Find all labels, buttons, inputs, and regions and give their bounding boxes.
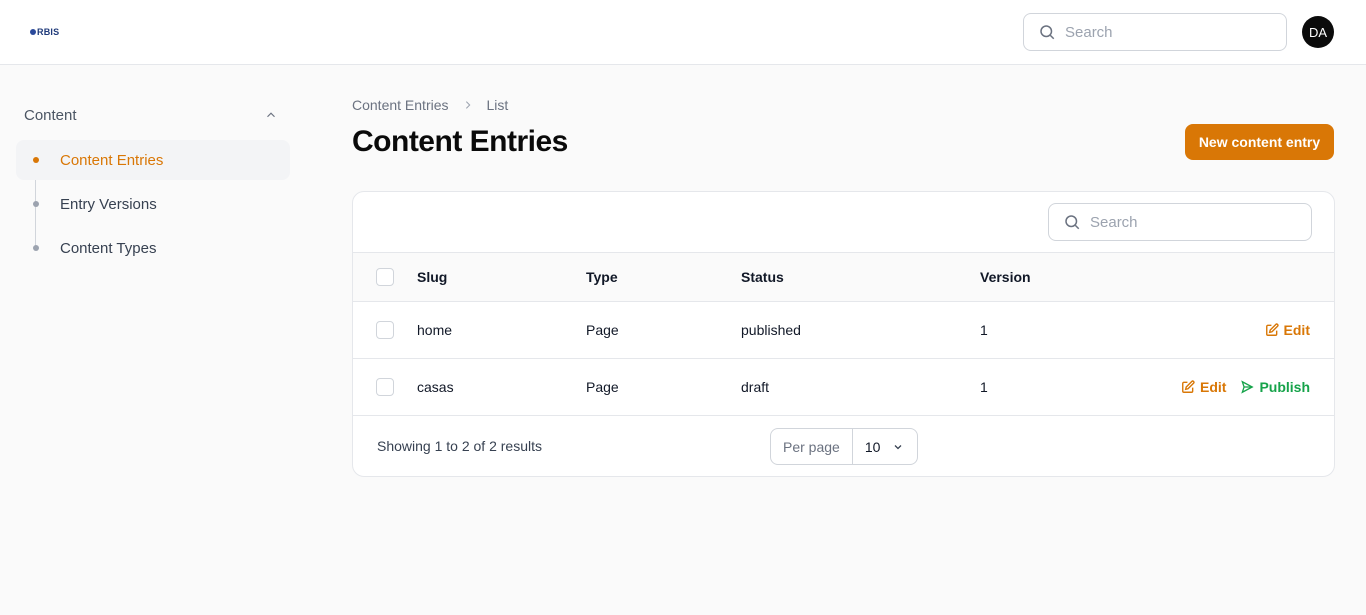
table-search-input[interactable]: [1090, 213, 1290, 231]
chevron-up-icon[interactable]: [264, 108, 278, 122]
edit-label: Edit: [1199, 379, 1227, 395]
cell-type: Page: [586, 379, 619, 395]
search-icon: [1065, 215, 1080, 230]
top-bar: RBIS DA: [0, 0, 1366, 65]
sidebar-item-label: Content Types: [60, 239, 157, 257]
sidebar-item-label: Entry Versions: [60, 195, 157, 213]
table-row: casas Page draft 1 Edit Publish: [353, 359, 1334, 416]
sidebar-item-label: Content Entries: [60, 151, 164, 169]
column-header-version[interactable]: Version: [980, 253, 1031, 301]
publish-button[interactable]: Publish: [1240, 379, 1310, 395]
sidebar-nav-list: Content Entries Entry Versions Content T…: [16, 140, 290, 268]
cell-slug: casas: [417, 379, 454, 395]
row-checkbox[interactable]: [376, 378, 394, 396]
table-toolbar: [353, 192, 1334, 253]
logo-text: RBIS: [37, 27, 60, 37]
logo-mark-icon: [30, 29, 36, 35]
publish-label: Publish: [1259, 379, 1310, 395]
row-actions: Edit: [1265, 302, 1310, 358]
per-page-selected: 10: [864, 438, 881, 455]
sidebar-group-label: Content: [24, 106, 77, 124]
cell-slug: home: [417, 322, 453, 338]
edit-label: Edit: [1283, 322, 1310, 338]
column-header-status[interactable]: Status: [741, 253, 784, 301]
table-row: home Page published 1 Edit: [353, 302, 1334, 359]
breadcrumb: Content Entries List: [352, 97, 508, 113]
column-header-type[interactable]: Type: [586, 253, 618, 301]
per-page-select[interactable]: Per page 10: [770, 428, 918, 465]
brand-logo[interactable]: RBIS: [30, 24, 70, 40]
cell-status: published: [741, 322, 801, 338]
nav-dot-icon: [33, 157, 39, 163]
table-footer: Showing 1 to 2 of 2 results Per page 10: [353, 416, 1334, 476]
edit-icon: [1265, 323, 1279, 336]
user-avatar[interactable]: DA: [1302, 16, 1334, 48]
cell-status: draft: [741, 379, 770, 395]
chevron-down-icon: [894, 444, 902, 449]
sidebar-group-content[interactable]: Content: [16, 96, 290, 134]
edit-icon: [1182, 380, 1195, 393]
per-page-label: Per page: [771, 429, 853, 464]
cell-version: 1: [980, 379, 988, 395]
breadcrumb-link-content-entries[interactable]: Content Entries: [352, 97, 449, 113]
sidebar-item-content-types[interactable]: Content Types: [16, 228, 290, 268]
per-page-value[interactable]: 10: [853, 439, 905, 455]
nav-dot-icon: [33, 245, 39, 251]
breadcrumb-current: List: [486, 97, 509, 113]
edit-button[interactable]: Edit: [1265, 322, 1310, 338]
row-checkbox[interactable]: [376, 321, 394, 339]
search-icon: [1040, 25, 1055, 40]
chevron-right-icon: [465, 101, 470, 109]
global-search[interactable]: [1023, 13, 1287, 51]
page-title: Content Entries: [352, 125, 568, 158]
nav-dot-icon: [33, 201, 39, 207]
entries-table-card: Slug Type Status Version home Page publi…: [352, 191, 1335, 477]
row-actions: Edit Publish: [1181, 359, 1310, 415]
results-summary: Showing 1 to 2 of 2 results: [377, 438, 542, 454]
cell-type: Page: [586, 322, 619, 338]
cell-version: 1: [980, 322, 988, 338]
column-header-slug[interactable]: Slug: [417, 253, 447, 301]
edit-button[interactable]: Edit: [1181, 379, 1226, 395]
send-icon: [1241, 380, 1255, 394]
sidebar-item-entry-versions[interactable]: Entry Versions: [16, 184, 290, 224]
new-content-entry-button[interactable]: New content entry: [1185, 124, 1334, 160]
sidebar: Content Content Entries Entry Versions C…: [16, 96, 290, 272]
sidebar-item-content-entries[interactable]: Content Entries: [16, 140, 290, 180]
table-header: Slug Type Status Version: [353, 253, 1334, 302]
table-search[interactable]: [1048, 203, 1312, 241]
select-all-checkbox[interactable]: [376, 268, 394, 286]
global-search-input[interactable]: [1065, 23, 1265, 41]
